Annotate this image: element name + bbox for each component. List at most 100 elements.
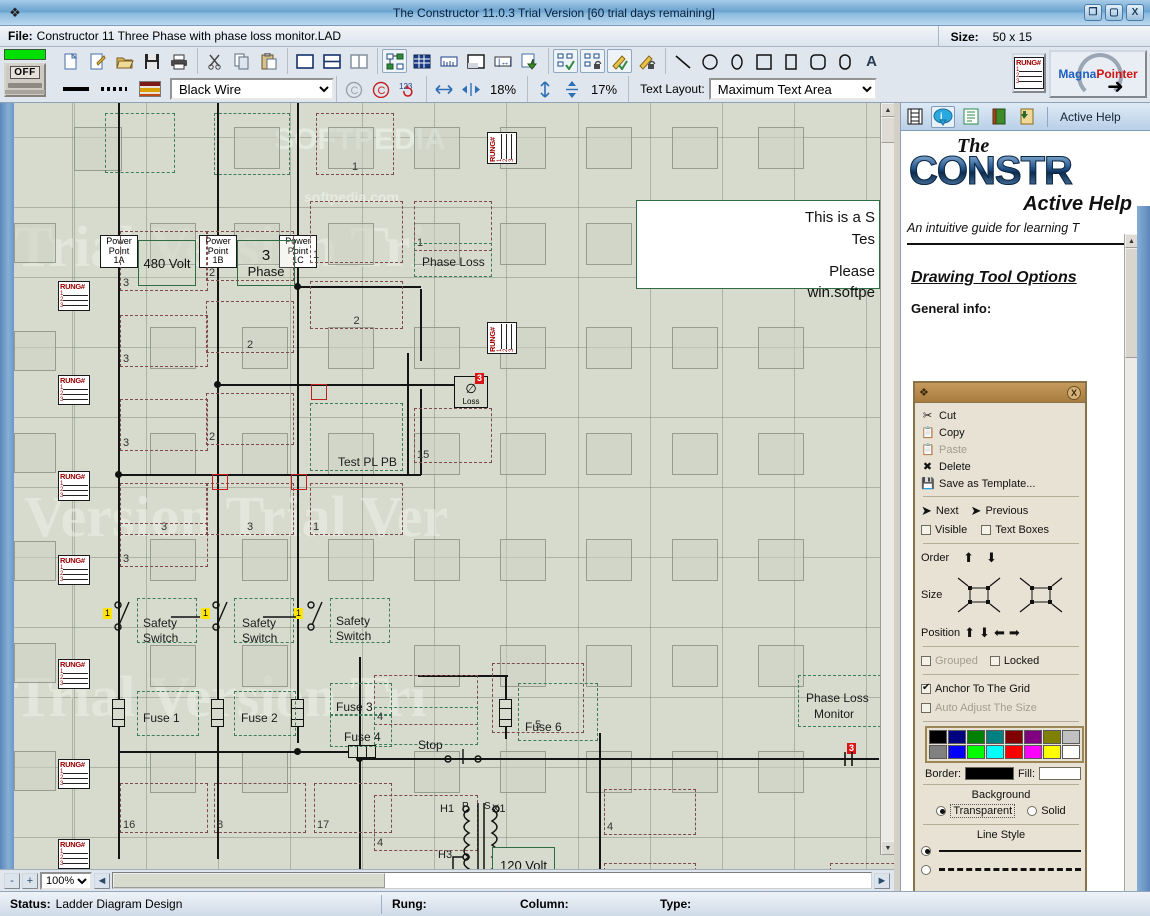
components-icon[interactable]: [382, 49, 407, 73]
text-layout-select[interactable]: Maximum Text Area: [708, 78, 877, 100]
palette-swatch[interactable]: [986, 745, 1004, 759]
shrink-size-icon[interactable]: [1012, 570, 1070, 620]
line-style-solid-radio[interactable]: [921, 845, 931, 856]
menu-item-save-as-template[interactable]: 💾 Save as Template...: [921, 475, 1081, 492]
app-icon[interactable]: ❖: [6, 4, 24, 22]
open-folder-icon[interactable]: [112, 49, 137, 73]
palette-swatch[interactable]: [1024, 730, 1042, 744]
canvas-vertical-scrollbar[interactable]: ▲ ▼: [880, 103, 894, 855]
palette-swatch[interactable]: [1024, 745, 1042, 759]
grid-table-icon[interactable]: [409, 49, 434, 73]
active-help-bulb-icon[interactable]: i: [931, 105, 955, 128]
maximize-button[interactable]: ▢: [1105, 4, 1123, 21]
label-120-volt[interactable]: 120 Volt: [492, 847, 555, 869]
palette-swatch[interactable]: [1043, 730, 1061, 744]
drawing-tool-options-dialog[interactable]: ❖ X ✂ Cut 📋 Copy 📋 Paste ✖ Delete 💾 Save…: [913, 381, 1087, 891]
fuse-symbol-2[interactable]: [211, 699, 224, 727]
component-box[interactable]: 3: [206, 483, 294, 535]
close-button[interactable]: X: [1126, 4, 1144, 21]
component-box[interactable]: 1: [316, 113, 394, 175]
grow-size-icon[interactable]: [950, 570, 1008, 620]
locked-checkbox[interactable]: [989, 655, 1000, 666]
menu-item-delete[interactable]: ✖ Delete: [921, 458, 1081, 475]
pencil-lock-icon[interactable]: [634, 49, 659, 73]
move-up-icon[interactable]: ⬆: [964, 625, 975, 641]
rung-marker-icon[interactable]: RUNG# 123: [58, 839, 90, 869]
rounded-square-tool-icon[interactable]: [832, 49, 857, 73]
canvas-hscroll-thumb[interactable]: [113, 873, 385, 888]
wire-type-select[interactable]: Black Wire: [170, 78, 334, 100]
component-box[interactable]: 2: [206, 393, 294, 445]
ellipse-tool-icon[interactable]: [724, 49, 749, 73]
book-icon[interactable]: [987, 106, 1011, 128]
line-style-solid-row[interactable]: [921, 841, 1081, 860]
rung-marker-icon[interactable]: RUNG# 123: [58, 659, 90, 689]
horizontal-split-icon[interactable]: [319, 49, 344, 73]
dialog-close-icon[interactable]: X: [1067, 385, 1081, 400]
copyright-gray-icon[interactable]: C: [341, 77, 366, 101]
rung-connector-symbol[interactable]: [311, 384, 327, 400]
palette-swatch[interactable]: [1005, 745, 1023, 759]
palette-swatch[interactable]: [986, 730, 1004, 744]
paste-icon[interactable]: [256, 49, 281, 73]
line-style-dashed-radio[interactable]: [921, 864, 931, 875]
rung-connector-symbol[interactable]: [291, 474, 307, 490]
component-box[interactable]: [105, 113, 175, 173]
rung-marker-icon[interactable]: RUNG# 123: [58, 759, 90, 789]
page-export-icon[interactable]: [1015, 106, 1039, 128]
single-pane-icon[interactable]: [292, 49, 317, 73]
color-palette[interactable]: [925, 726, 1084, 763]
move-down-icon[interactable]: ⬇: [979, 625, 990, 641]
export-icon[interactable]: [517, 49, 542, 73]
rung-marker-icon[interactable]: RUNG# 123: [58, 375, 90, 405]
magnapointer-button[interactable]: MagnaPointer ➜: [1049, 50, 1147, 99]
component-box[interactable]: 2: [206, 301, 294, 353]
transparent-radio[interactable]: [936, 805, 947, 816]
component-box[interactable]: 16: [120, 783, 208, 833]
copyright-red-icon[interactable]: C: [368, 77, 393, 101]
check-objects-icon[interactable]: [553, 49, 578, 73]
number-reset-icon[interactable]: 123: [395, 77, 420, 101]
bring-to-front-icon[interactable]: ⬆: [963, 550, 974, 566]
rectangle-tool-icon[interactable]: [778, 49, 803, 73]
rung-marker-icon[interactable]: RUNG# 123: [58, 471, 90, 501]
square-tool-icon[interactable]: [751, 49, 776, 73]
palette-swatch[interactable]: [1005, 730, 1023, 744]
fuse-symbol-1[interactable]: [112, 699, 125, 727]
line-style-dashed-row[interactable]: [921, 860, 1081, 879]
move-right-icon[interactable]: ➡: [1009, 625, 1020, 641]
pencil-check-icon[interactable]: [607, 49, 632, 73]
canvas-grid[interactable]: Trial Version Tri Version Trial Ver Tria…: [14, 103, 894, 869]
component-box[interactable]: 3: [120, 399, 208, 451]
solid-radio[interactable]: [1027, 805, 1038, 816]
palette-swatch[interactable]: [967, 730, 985, 744]
circle-tool-icon[interactable]: [697, 49, 722, 73]
palette-swatch[interactable]: [929, 745, 947, 759]
canvas-vscroll-thumb[interactable]: [881, 117, 894, 143]
fit-width-icon[interactable]: [431, 77, 456, 101]
zoom-in-button[interactable]: +: [22, 872, 38, 889]
component-box[interactable]: 2: [310, 281, 403, 329]
dimension-icon[interactable]: |↔|: [490, 49, 515, 73]
palette-swatch[interactable]: [1043, 745, 1061, 759]
rung-marker-icon[interactable]: RUNG# 123: [58, 281, 90, 311]
ruler-icon[interactable]: [436, 49, 461, 73]
dotted-line-icon[interactable]: [101, 87, 127, 91]
rung-tool-button[interactable]: RUNG# 123: [1012, 53, 1046, 93]
component-box[interactable]: 2: [206, 231, 294, 281]
color-stripes-icon[interactable]: [139, 81, 161, 97]
page-layout-icon[interactable]: [463, 49, 488, 73]
help-vertical-scrollbar[interactable]: ▲ ▼: [1124, 234, 1138, 916]
canvas-horizontal-scrollbar[interactable]: [112, 872, 872, 889]
text-tool-icon[interactable]: A: [859, 49, 884, 73]
fill-color-chip[interactable]: [1039, 767, 1081, 780]
palette-swatch[interactable]: [1062, 730, 1080, 744]
next-arrow-icon[interactable]: ➤: [921, 503, 932, 519]
palette-swatch[interactable]: [948, 730, 966, 744]
palette-swatch[interactable]: [929, 730, 947, 744]
document-list-icon[interactable]: [959, 106, 983, 128]
print-icon[interactable]: [166, 49, 191, 73]
component-box[interactable]: 1: [310, 201, 403, 263]
ladder-index-icon[interactable]: [903, 106, 927, 128]
copy-icon[interactable]: [229, 49, 254, 73]
